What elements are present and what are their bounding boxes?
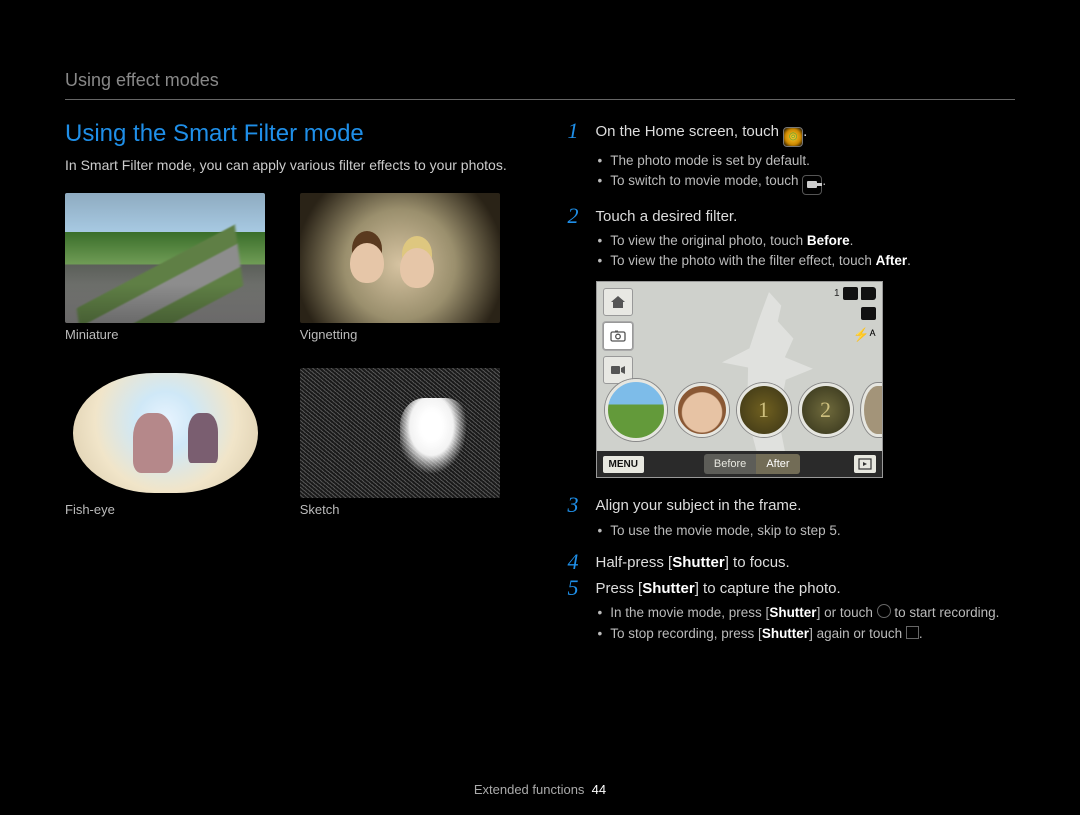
step-number: 4 <box>568 551 586 573</box>
step-3-sub: To use the movie mode, skip to step 5. <box>568 521 1016 541</box>
resolution-icon <box>861 307 876 320</box>
step-5-sub-a-bold: Shutter <box>769 605 816 620</box>
step-1-sub-a: The photo mode is set by default. <box>610 153 810 168</box>
page-footer: Extended functions 44 <box>0 782 1080 797</box>
step-2: 2 Touch a desired filter. <box>568 205 1016 227</box>
step-4-text-b: ] to focus. <box>725 554 790 571</box>
filter-thumb-fisheye <box>65 368 265 498</box>
step-5-sub-a-c: to start recording. <box>891 605 1000 620</box>
filter-thumb-miniature <box>65 193 265 323</box>
step-5-sub-b-b: ] again or touch <box>809 626 906 641</box>
preview-right-indicators: 1 ⚡ᴬ <box>834 287 876 343</box>
filter-chip-vignette[interactable] <box>675 383 729 437</box>
left-column: Using the Smart Filter mode In Smart Fil… <box>65 120 513 654</box>
filter-caption-sketch: Sketch <box>300 502 513 517</box>
step-number: 5 <box>568 577 586 599</box>
step-3-text: Align your subject in the frame. <box>596 494 802 516</box>
step-1: 1 On the Home screen, touch . <box>568 120 1016 147</box>
footer-label: Extended functions <box>474 782 585 797</box>
storage-icon <box>843 287 858 300</box>
step-1-text-b: . <box>803 123 807 140</box>
step-5-sub-b-bold: Shutter <box>762 626 809 641</box>
movie-mode-icon <box>802 175 822 195</box>
home-button[interactable] <box>603 288 633 316</box>
step-number: 1 <box>568 120 586 142</box>
filter-caption-miniature: Miniature <box>65 327 278 342</box>
step-2-sub-a-a: To view the original photo, touch <box>610 233 807 248</box>
record-icon <box>877 604 891 618</box>
step-3-sub-a: To use the movie mode, skip to step 5. <box>610 523 840 538</box>
after-button[interactable]: After <box>756 454 799 474</box>
step-3: 3 Align your subject in the frame. <box>568 494 1016 516</box>
intro-text: In Smart Filter mode, you can apply vari… <box>65 156 513 175</box>
step-2-sub-a-bold: Before <box>807 233 850 248</box>
step-4-text-bold: Shutter <box>672 554 725 571</box>
camera-preview: 1 ⚡ᴬ 1 2 MENU Before After <box>596 281 883 478</box>
step-5: 5 Press [Shutter] to capture the photo. <box>568 577 1016 599</box>
step-5-sub: In the movie mode, press [Shutter] or to… <box>568 603 1016 644</box>
step-2-sub-b-bold: After <box>876 253 908 268</box>
shot-counter: 1 <box>834 288 840 299</box>
filter-thumb-vignetting <box>300 193 500 323</box>
step-5-sub-b-a: To stop recording, press [ <box>610 626 762 641</box>
step-5-text-a: Press [ <box>596 580 643 597</box>
step-4: 4 Half-press [Shutter] to focus. <box>568 551 1016 573</box>
filter-chip-1[interactable]: 1 <box>737 383 791 437</box>
step-4-text-a: Half-press [ <box>596 554 673 571</box>
step-2-sub-a-b: . <box>850 233 854 248</box>
step-5-sub-b-c: . <box>919 626 923 641</box>
filter-chip-more[interactable] <box>861 383 883 437</box>
filter-caption-vignetting: Vignetting <box>300 327 513 342</box>
step-2-sub-b-b: . <box>907 253 911 268</box>
filter-caption-fisheye: Fish-eye <box>65 502 278 517</box>
menu-button[interactable]: MENU <box>603 456 644 473</box>
step-2-sub-b-a: To view the photo with the filter effect… <box>610 253 875 268</box>
divider <box>65 99 1015 100</box>
preview-bottom-bar: MENU Before After <box>597 451 882 477</box>
filter-strip: 1 2 <box>597 379 882 441</box>
battery-icon <box>861 287 876 300</box>
step-1-sub: The photo mode is set by default. To swi… <box>568 151 1016 195</box>
section-title: Using the Smart Filter mode <box>65 120 513 148</box>
filter-chip-landscape[interactable] <box>605 379 667 441</box>
step-1-sub-b-b: . <box>822 173 826 188</box>
filter-thumb-sketch <box>300 368 500 498</box>
step-2-text: Touch a desired filter. <box>596 205 738 227</box>
filter-chip-2[interactable]: 2 <box>799 383 853 437</box>
right-column: 1 On the Home screen, touch . The photo … <box>568 120 1016 654</box>
stop-icon <box>906 626 919 639</box>
step-number: 3 <box>568 494 586 516</box>
filter-chip-1-label: 1 <box>740 386 788 434</box>
preview-left-buttons <box>603 288 633 384</box>
step-1-text-a: On the Home screen, touch <box>596 123 784 140</box>
step-5-text-b: ] to capture the photo. <box>695 580 841 597</box>
step-5-sub-a-b: ] or touch <box>817 605 877 620</box>
step-5-sub-a-a: In the movie mode, press [ <box>610 605 769 620</box>
playback-button[interactable] <box>854 455 876 473</box>
filter-grid: Miniature Vignetting Fish-eye Sketch <box>65 193 513 533</box>
before-button[interactable]: Before <box>704 454 756 474</box>
photo-mode-button[interactable] <box>603 322 633 350</box>
page-number: 44 <box>592 782 606 797</box>
smart-filter-icon <box>783 127 803 147</box>
filter-chip-2-label: 2 <box>802 386 850 434</box>
breadcrumb: Using effect modes <box>65 70 1015 91</box>
flash-icon: ⚡ᴬ <box>853 327 875 343</box>
step-2-sub: To view the original photo, touch Before… <box>568 231 1016 272</box>
step-number: 2 <box>568 205 586 227</box>
step-1-sub-b-a: To switch to movie mode, touch <box>610 173 802 188</box>
step-5-text-bold: Shutter <box>642 580 695 597</box>
